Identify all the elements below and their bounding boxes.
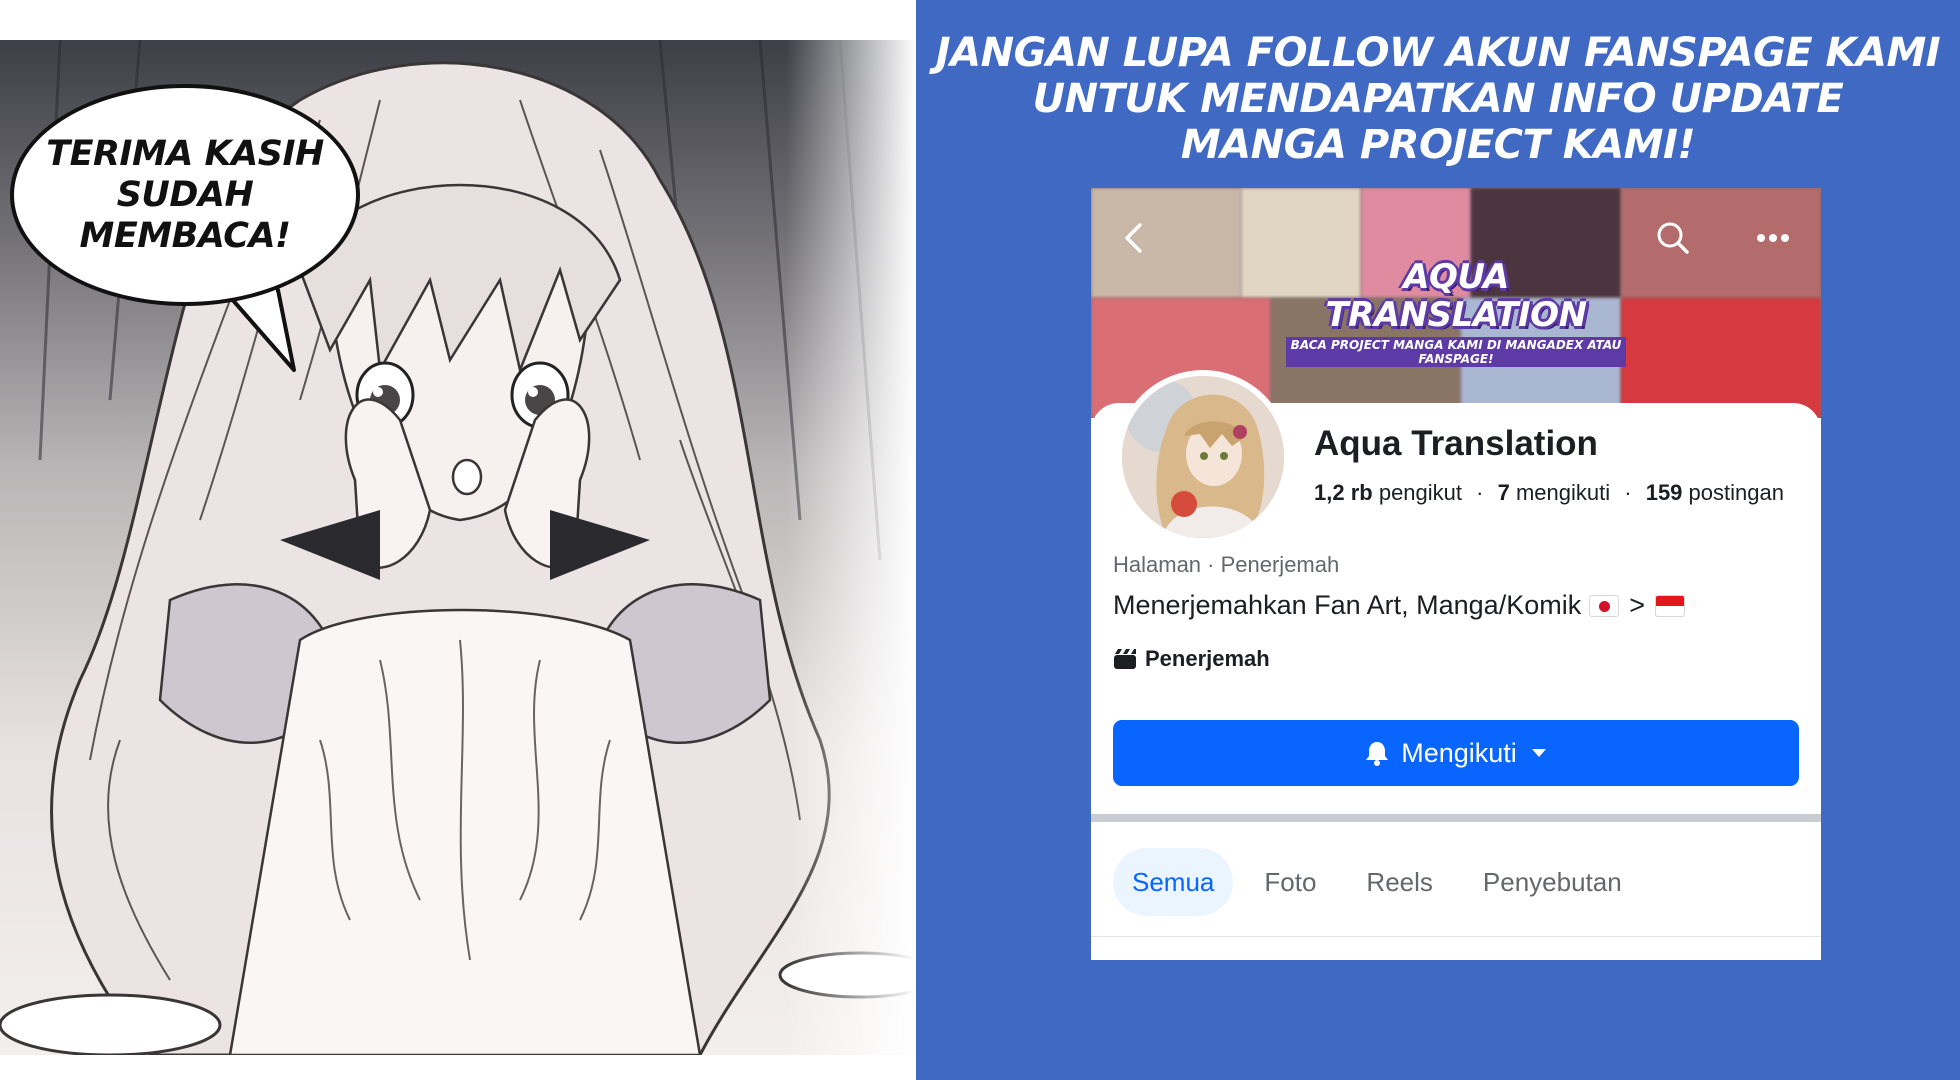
speech-bubble: TERIMA KASIH SUDAH MEMBACA!: [10, 84, 360, 306]
tab-foto[interactable]: Foto: [1245, 848, 1335, 916]
tabs-underline: [1091, 936, 1821, 937]
page-name[interactable]: Aqua Translation: [1314, 424, 1598, 464]
following-count[interactable]: 7: [1498, 480, 1510, 505]
back-button[interactable]: [1113, 218, 1153, 258]
promo-heading: JANGAN LUPA FOLLOW AKUN FANSPAGE KAMI UN…: [916, 30, 1960, 168]
page-bio: Menerjemahkan Fan Art, Manga/Komik >: [1113, 590, 1693, 621]
followers-count[interactable]: 1,2 rb: [1314, 480, 1373, 505]
cover-banner: AQUA TRANSLATION BACA PROJECT MANGA KAMI…: [1286, 258, 1626, 367]
tab-reels[interactable]: Reels: [1347, 848, 1451, 916]
section-divider: [1091, 814, 1821, 822]
category-badge[interactable]: Penerjemah: [1113, 646, 1270, 672]
search-button[interactable]: [1653, 218, 1693, 258]
category-badge-label: Penerjemah: [1145, 646, 1270, 671]
chevron-left-icon: [1125, 223, 1142, 253]
avatar-artwork: [1122, 376, 1284, 538]
more-horizontal-icon: [1757, 234, 1789, 242]
profile-avatar[interactable]: [1116, 370, 1290, 544]
more-options-button[interactable]: [1753, 218, 1793, 258]
panel-edge-fade: [786, 40, 916, 1055]
caret-down-icon: [1531, 748, 1547, 758]
japan-flag-icon: [1589, 594, 1620, 617]
following-button-label: Mengikuti: [1401, 737, 1517, 768]
promo-heading-line: JANGAN LUPA FOLLOW AKUN FANSPAGE KAMI: [935, 30, 1941, 76]
speech-line: TERIMA KASIH: [46, 133, 324, 174]
facebook-page-screenshot: AQUA TRANSLATION BACA PROJECT MANGA KAMI…: [1091, 188, 1821, 960]
tab-penyebutan[interactable]: Penyebutan: [1464, 848, 1641, 916]
tab-semua[interactable]: Semua: [1113, 848, 1234, 916]
speech-line: MEMBACA!: [79, 215, 292, 256]
search-icon: [1657, 222, 1689, 254]
speech-text: TERIMA KASIH SUDAH MEMBACA!: [40, 134, 330, 257]
posts-label: postingan: [1688, 480, 1784, 505]
promo-heading-line: MANGA PROJECT KAMI!: [1180, 122, 1696, 168]
bio-text: Menerjemahkan Fan Art, Manga/Komik: [1113, 590, 1582, 620]
bell-icon: [1365, 740, 1389, 766]
followers-label[interactable]: pengikut: [1379, 480, 1462, 505]
page-stats: 1,2 rb pengikut · 7 mengikuti · 159 post…: [1314, 480, 1784, 506]
cover-title: AQUA TRANSLATION: [1325, 257, 1587, 335]
indonesia-flag-icon: [1655, 594, 1685, 617]
bio-arrow: >: [1629, 590, 1645, 620]
following-button[interactable]: Mengikuti: [1113, 720, 1799, 786]
stats-separator: ·: [1624, 480, 1632, 505]
posts-count: 159: [1645, 480, 1683, 505]
stats-separator: ·: [1476, 480, 1484, 505]
speech-line: SUDAH: [116, 174, 254, 215]
page-category-line: Halaman · Penerjemah: [1113, 552, 1340, 577]
content-tabs: Semua Foto Reels Penyebutan: [1113, 848, 1653, 916]
promo-heading-line: UNTUK MENDAPATKAN INFO UPDATE: [1032, 76, 1844, 122]
cover-subtitle: BACA PROJECT MANGA KAMI DI MANGADEX ATAU…: [1286, 337, 1626, 367]
clapperboard-icon: [1114, 649, 1136, 669]
following-label[interactable]: mengikuti: [1516, 480, 1610, 505]
